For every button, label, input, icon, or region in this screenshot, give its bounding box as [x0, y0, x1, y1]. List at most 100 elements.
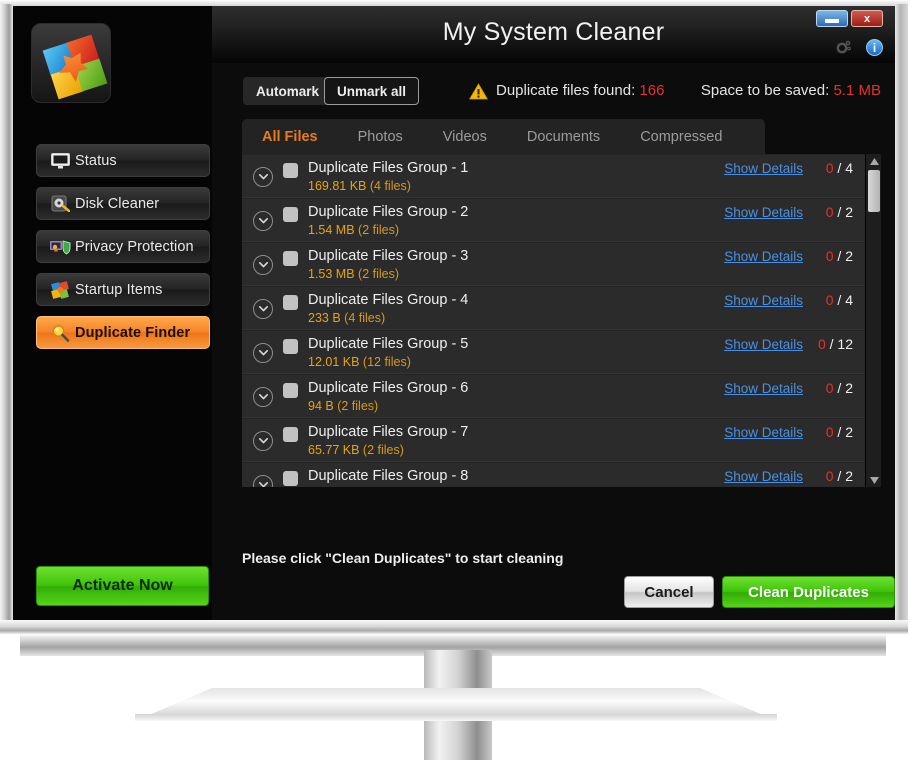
table-row[interactable]: Duplicate Files Group - 7 65.77 KB (2 fil…	[242, 418, 865, 462]
sidebar-item-label: Privacy Protection	[75, 238, 194, 255]
group-title: Duplicate Files Group - 2	[308, 204, 469, 220]
magnifier-icon	[45, 324, 75, 342]
minimize-icon	[825, 18, 839, 23]
show-details-link[interactable]: Show Details	[724, 469, 803, 484]
tab-all-files[interactable]: All Files	[242, 119, 338, 154]
group-marked-count: 0 / 2	[825, 204, 853, 220]
startup-icon	[45, 280, 75, 299]
sidebar-nav: Status Disk Cleaner Privacy Protection S…	[36, 144, 210, 359]
tab-compressed[interactable]: Compressed	[620, 119, 742, 154]
group-size: 12.01 KB (12 files)	[308, 355, 411, 369]
gear-icon[interactable]	[835, 39, 852, 56]
row-checkbox[interactable]	[283, 471, 298, 486]
main-panel: My System Cleaner x i Automark Unmark al…	[212, 6, 895, 620]
row-checkbox[interactable]	[283, 163, 298, 178]
duplicates-found-value: 166	[639, 82, 665, 99]
list-scrollbar[interactable]	[865, 154, 881, 487]
minimize-button[interactable]	[816, 10, 848, 27]
sidebar-item-status[interactable]: Status	[36, 144, 210, 177]
chevron-down-icon[interactable]	[253, 387, 273, 407]
show-details-link[interactable]: Show Details	[724, 293, 803, 308]
group-size: 1.53 MB (2 files)	[308, 267, 400, 281]
row-checkbox[interactable]	[283, 207, 298, 222]
toolbar: i Automark Unmark all Duplicate files fo…	[212, 39, 895, 119]
show-details-link[interactable]: Show Details	[724, 337, 803, 352]
duplicates-found-status: Duplicate files found: 166	[496, 82, 664, 99]
sidebar-item-label: Status	[75, 152, 117, 169]
chevron-down-icon[interactable]	[253, 211, 273, 231]
scroll-up-icon[interactable]	[866, 154, 881, 168]
space-saved-label: Space to be saved:	[700, 82, 830, 99]
scrollbar-thumb[interactable]	[868, 170, 880, 212]
app-logo	[31, 23, 111, 103]
monitor-bezel-bottom	[0, 620, 908, 634]
group-title: Duplicate Files Group - 5	[308, 336, 469, 352]
tab-documents[interactable]: Documents	[507, 119, 620, 154]
info-icon[interactable]: i	[866, 39, 883, 56]
unmark-all-button[interactable]: Unmark all	[324, 77, 420, 105]
table-row[interactable]: Duplicate Files Group - 5 12.01 KB (12 fi…	[242, 330, 865, 374]
show-details-link[interactable]: Show Details	[724, 381, 803, 396]
monitor-bezel-left	[0, 4, 13, 626]
group-size: 169.81 KB (4 files)	[308, 179, 411, 193]
cancel-button[interactable]: Cancel	[624, 576, 714, 608]
chevron-down-icon[interactable]	[253, 475, 273, 487]
clean-duplicates-button[interactable]: Clean Duplicates	[722, 576, 895, 608]
sidebar-item-label: Disk Cleaner	[75, 195, 160, 212]
group-marked-count: 0 / 4	[825, 160, 853, 176]
row-checkbox[interactable]	[283, 427, 298, 442]
table-row[interactable]: Duplicate Files Group - 6 94 B (2 files) S…	[242, 374, 865, 418]
group-title: Duplicate Files Group - 1	[308, 160, 469, 176]
monitor-bezel-right	[895, 4, 908, 626]
group-title: Duplicate Files Group - 3	[308, 248, 469, 264]
monitor-stand-base-lip	[135, 714, 777, 721]
space-saved-status: Space to be saved: 5.1 MB	[701, 82, 881, 99]
group-size: 1.54 MB (2 files)	[308, 223, 400, 237]
show-details-link[interactable]: Show Details	[724, 205, 803, 220]
group-marked-count: 0 / 2	[825, 380, 853, 396]
row-checkbox[interactable]	[283, 251, 298, 266]
close-button[interactable]: x	[851, 10, 883, 27]
row-checkbox[interactable]	[283, 383, 298, 398]
table-row[interactable]: Duplicate Files Group - 2 1.54 MB (2 file…	[242, 198, 865, 242]
show-details-link[interactable]: Show Details	[724, 161, 803, 176]
table-row[interactable]: Duplicate Files Group - 1 169.81 KB (4 fi…	[242, 154, 865, 198]
table-row[interactable]: Duplicate Files Group - 3 1.53 MB (2 file…	[242, 242, 865, 286]
sidebar-item-privacy-protection[interactable]: Privacy Protection	[36, 230, 210, 263]
monitor-icon	[45, 152, 75, 169]
group-marked-count: 0 / 2	[825, 248, 853, 264]
monitor-frame: Status Disk Cleaner Privacy Protection S…	[0, 0, 908, 760]
sidebar-item-disk-cleaner[interactable]: Disk Cleaner	[36, 187, 210, 220]
space-saved-value: 5.1 MB	[833, 82, 881, 99]
show-details-link[interactable]: Show Details	[724, 249, 803, 264]
table-row[interactable]: Duplicate Files Group - 8 Show Details 0 …	[242, 462, 865, 487]
sidebar-item-startup-items[interactable]: Startup Items	[36, 273, 210, 306]
tab-photos[interactable]: Photos	[338, 119, 423, 154]
chevron-down-icon[interactable]	[253, 431, 273, 451]
group-size: 233 B (4 files)	[308, 311, 386, 325]
chevron-down-icon[interactable]	[253, 343, 273, 363]
row-checkbox[interactable]	[283, 295, 298, 310]
chevron-down-icon[interactable]	[253, 299, 273, 319]
table-row[interactable]: Duplicate Files Group - 4 233 B (4 files)…	[242, 286, 865, 330]
scroll-down-icon[interactable]	[866, 473, 881, 487]
sidebar-item-label: Duplicate Finder	[75, 324, 191, 341]
row-checkbox[interactable]	[283, 339, 298, 354]
activate-now-button[interactable]: Activate Now	[36, 566, 209, 606]
warning-triangle-icon	[469, 83, 488, 100]
tab-videos[interactable]: Videos	[423, 119, 507, 154]
status-hint: Please click "Clean Duplicates" to start…	[242, 550, 564, 566]
group-size: 65.77 KB (2 files)	[308, 443, 404, 457]
chevron-down-icon[interactable]	[253, 255, 273, 275]
chevron-down-icon[interactable]	[253, 167, 273, 187]
shield-icon	[45, 238, 75, 255]
group-marked-count: 0 / 12	[817, 336, 853, 352]
group-marked-count: 0 / 4	[825, 292, 853, 308]
duplicate-groups-list: Duplicate Files Group - 1 169.81 KB (4 fi…	[242, 154, 881, 487]
group-title: Duplicate Files Group - 8	[308, 468, 469, 484]
show-details-link[interactable]: Show Details	[724, 425, 803, 440]
disk-icon	[45, 195, 75, 212]
automark-button[interactable]: Automark	[243, 77, 333, 105]
sidebar-item-duplicate-finder[interactable]: Duplicate Finder	[36, 316, 210, 349]
sidebar-item-label: Startup Items	[75, 281, 163, 298]
